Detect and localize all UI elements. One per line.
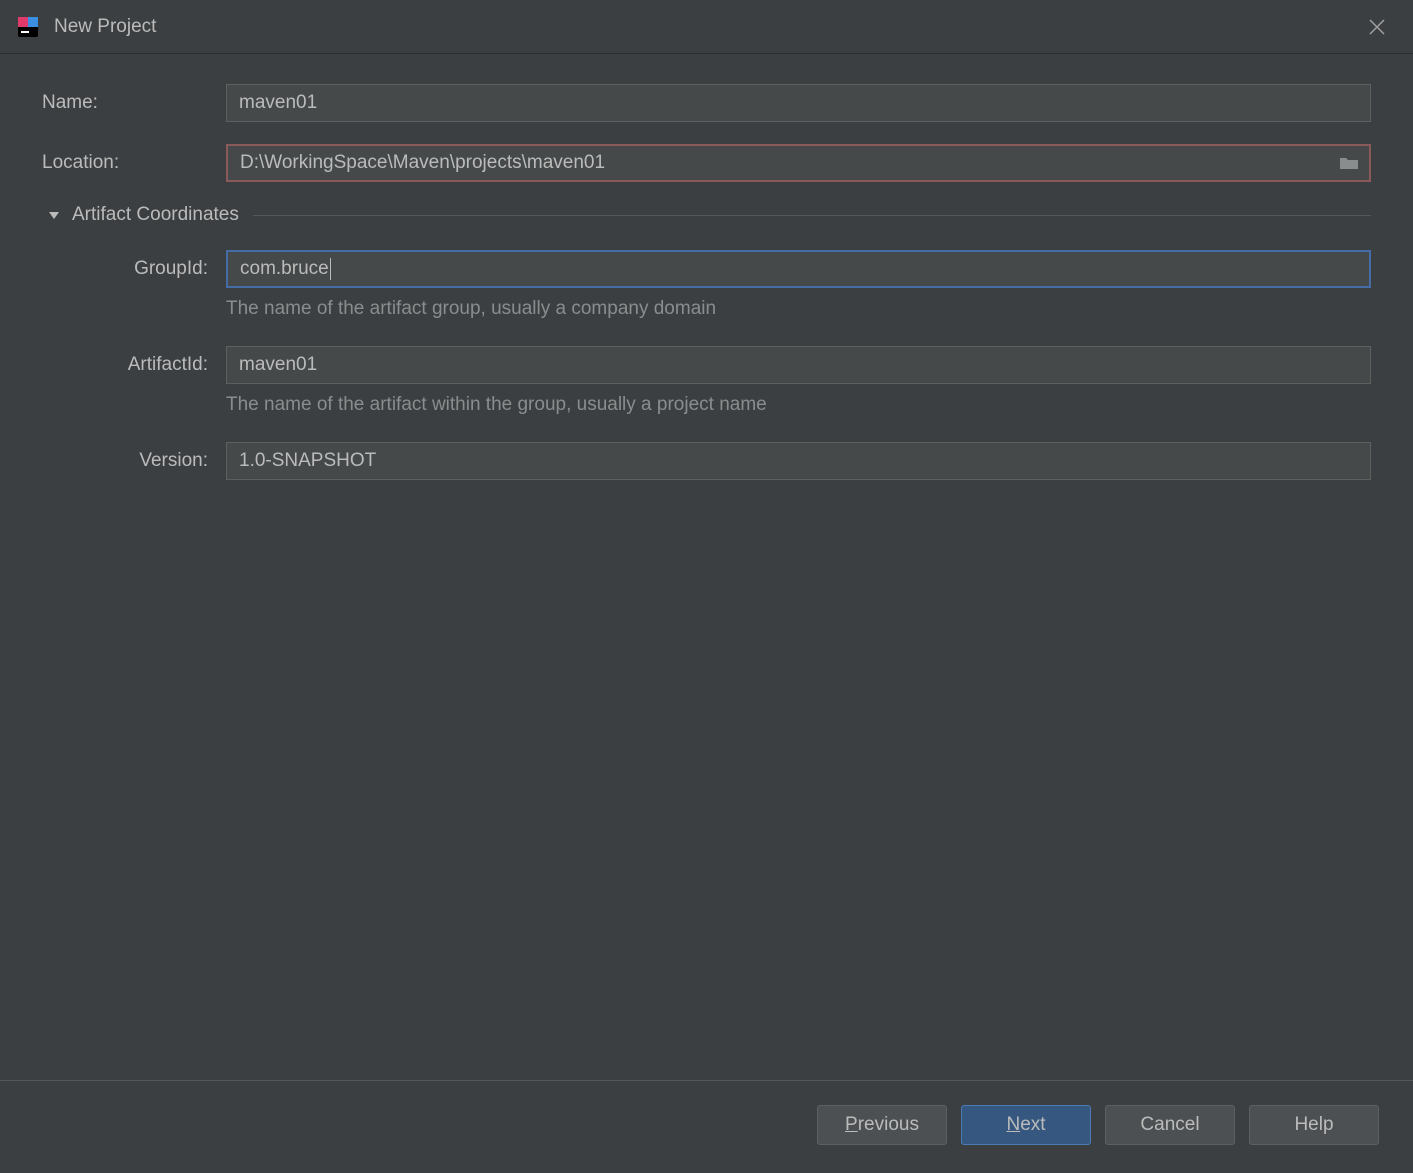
location-row: Location: xyxy=(42,144,1371,182)
previous-mnemonic: P xyxy=(845,1114,858,1135)
name-label: Name: xyxy=(42,92,226,114)
groupid-input[interactable]: com.bruce xyxy=(226,250,1371,288)
previous-button[interactable]: Previous xyxy=(817,1105,947,1145)
chevron-down-icon xyxy=(48,209,60,221)
location-label: Location: xyxy=(42,152,226,174)
help-button[interactable]: Help xyxy=(1249,1105,1379,1145)
dialog-footer: Previous Next Cancel Help xyxy=(0,1080,1413,1173)
version-input[interactable] xyxy=(226,442,1371,480)
expander-toggle[interactable] xyxy=(42,209,66,221)
groupid-row: GroupId: com.bruce xyxy=(42,250,1371,288)
previous-rest: revious xyxy=(858,1114,919,1135)
browse-button[interactable] xyxy=(1339,155,1359,171)
artifactid-row: ArtifactId: xyxy=(42,346,1371,384)
artifact-coordinates-title: Artifact Coordinates xyxy=(72,204,239,226)
version-input-wrap xyxy=(226,442,1371,480)
name-row: Name: xyxy=(42,84,1371,122)
text-cursor xyxy=(330,258,331,280)
artifactid-label: ArtifactId: xyxy=(42,354,226,376)
version-row: Version: xyxy=(42,442,1371,480)
version-label: Version: xyxy=(42,450,226,472)
name-input[interactable] xyxy=(226,84,1371,122)
groupid-hint: The name of the artifact group, usually … xyxy=(226,298,1371,320)
groupid-input-wrap: com.bruce xyxy=(226,250,1371,288)
artifactid-hint: The name of the artifact within the grou… xyxy=(226,394,1371,416)
dialog-content: Name: Location: Artifact Coordinates Gro… xyxy=(0,54,1413,480)
artifactid-input[interactable] xyxy=(226,346,1371,384)
groupid-label: GroupId: xyxy=(42,258,226,280)
next-mnemonic: N xyxy=(1006,1114,1020,1135)
close-icon xyxy=(1368,18,1386,36)
next-button[interactable]: Next xyxy=(961,1105,1091,1145)
dialog-title: New Project xyxy=(54,16,156,38)
title-bar: New Project xyxy=(0,0,1413,54)
title-bar-left: New Project xyxy=(16,15,156,39)
section-divider xyxy=(253,215,1371,216)
intellij-icon xyxy=(16,15,40,39)
cancel-button[interactable]: Cancel xyxy=(1105,1105,1235,1145)
artifactid-input-wrap xyxy=(226,346,1371,384)
groupid-value: com.bruce xyxy=(240,258,329,280)
location-input-wrap xyxy=(226,144,1371,182)
artifact-coordinates-header[interactable]: Artifact Coordinates xyxy=(42,204,1371,226)
name-input-wrap xyxy=(226,84,1371,122)
location-input[interactable] xyxy=(226,144,1371,182)
folder-icon xyxy=(1339,155,1359,171)
close-button[interactable] xyxy=(1357,7,1397,47)
next-rest: ext xyxy=(1020,1114,1045,1135)
